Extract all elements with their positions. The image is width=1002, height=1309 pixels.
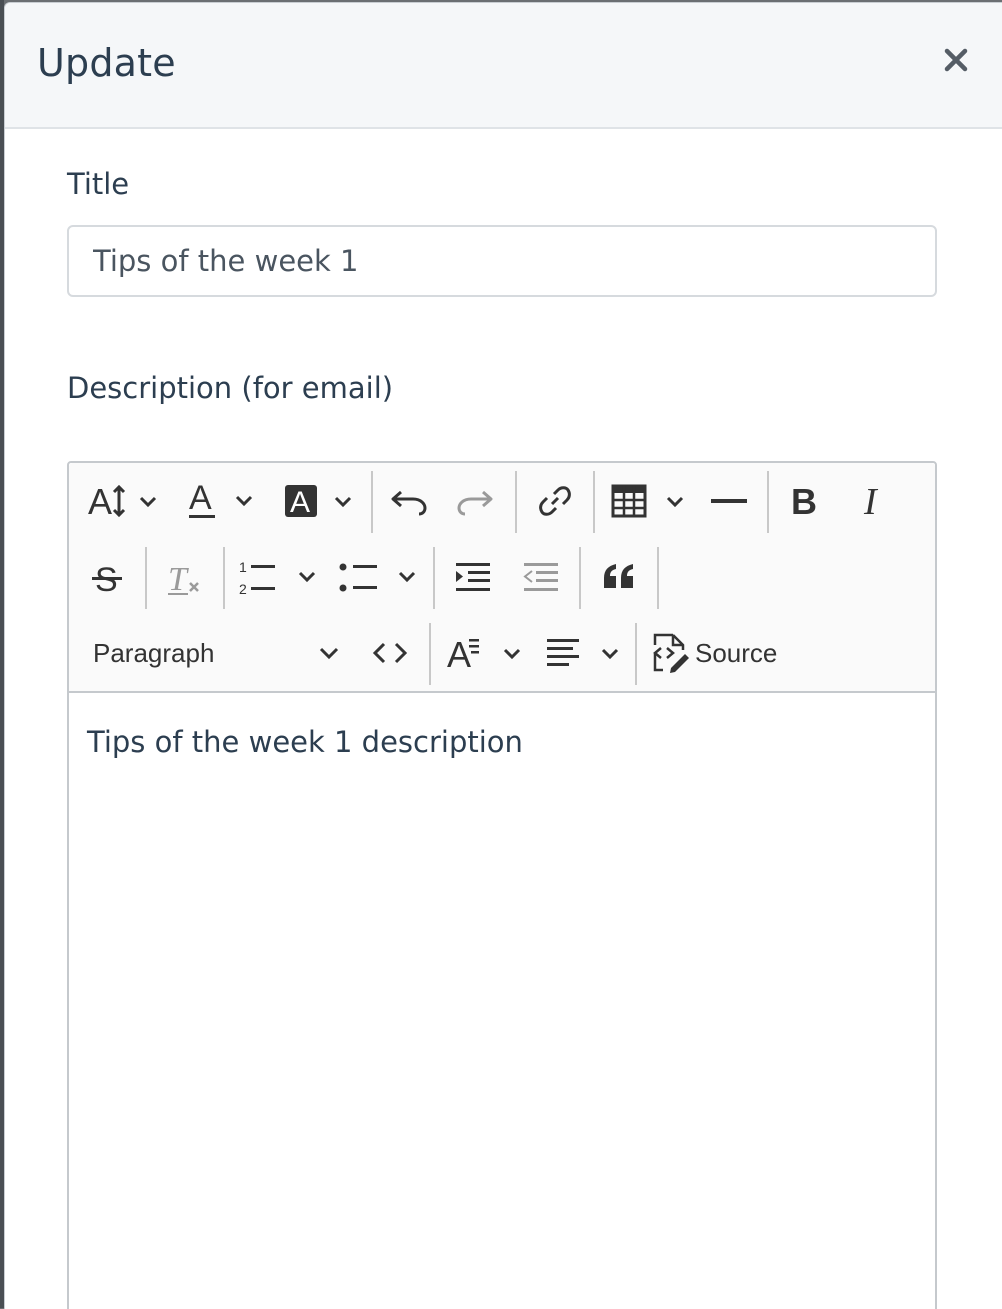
svg-text:2: 2 — [239, 581, 247, 597]
font-size-icon: A — [88, 481, 157, 521]
italic-icon: I — [863, 481, 879, 521]
remove-format-button[interactable]: T — [159, 547, 211, 607]
editor-content[interactable]: Tips of the week 1 description — [87, 725, 907, 759]
undo-icon — [391, 490, 427, 516]
alignment-button[interactable] — [541, 623, 627, 683]
svg-text:B: B — [791, 481, 817, 521]
bold-button[interactable]: B — [779, 471, 831, 531]
block-quote-icon — [604, 564, 633, 588]
redo-icon — [457, 490, 493, 516]
svg-text:A: A — [290, 486, 310, 519]
toolbar-separator — [429, 623, 431, 685]
block-quote-button[interactable] — [593, 547, 645, 607]
heading-dropdown[interactable]: Paragraph — [85, 623, 341, 683]
code-button[interactable] — [363, 623, 417, 683]
chevron-down-icon — [319, 647, 339, 660]
outdent-button[interactable] — [513, 547, 569, 607]
redo-button[interactable] — [449, 471, 501, 531]
toolbar-separator — [635, 623, 637, 685]
text-style-button[interactable]: A — [443, 623, 529, 683]
numbered-list-button[interactable]: 1 2 — [235, 547, 321, 607]
svg-text:1: 1 — [239, 559, 247, 575]
svg-text:T: T — [168, 561, 189, 597]
source-label: Source — [695, 637, 778, 668]
dialog-title: Update — [37, 41, 176, 85]
toolbar-separator — [657, 547, 659, 609]
table-icon — [611, 484, 684, 518]
strikethrough-icon: S — [92, 561, 122, 597]
remove-format-icon: T — [168, 561, 199, 597]
svg-text:A: A — [447, 634, 471, 673]
text-style-icon: A — [447, 634, 521, 673]
bold-icon: B — [791, 481, 817, 521]
source-button[interactable]: Source — [649, 623, 799, 683]
bulleted-list-button[interactable] — [335, 547, 421, 607]
indent-button[interactable] — [445, 547, 501, 607]
background-color-button[interactable]: A — [281, 471, 357, 531]
code-icon — [372, 642, 408, 664]
svg-text:A: A — [189, 479, 212, 517]
toolbar-separator — [145, 547, 147, 609]
strikethrough-button[interactable]: S — [81, 547, 133, 607]
font-size-button[interactable]: A — [85, 471, 163, 531]
outdent-icon — [523, 563, 558, 591]
source-icon — [653, 633, 689, 673]
link-button[interactable] — [529, 471, 581, 531]
title-label: Title — [67, 167, 130, 201]
alignment-icon — [547, 639, 619, 666]
horizontal-line-button[interactable] — [701, 471, 757, 531]
numbered-list-icon: 1 2 — [239, 559, 316, 597]
heading-dropdown-value: Paragraph — [93, 637, 215, 668]
indent-icon — [456, 563, 490, 591]
close-icon — [944, 48, 968, 72]
rich-text-editor: A A A B I S T 1 2 Paragraph A Source Tip… — [67, 461, 937, 1309]
close-button[interactable] — [939, 43, 973, 77]
toolbar-separator — [515, 471, 517, 533]
update-dialog: Update Title Description (for email) A A — [4, 2, 1002, 1309]
insert-table-button[interactable] — [607, 471, 689, 531]
toolbar-separator — [223, 547, 225, 609]
toolbar-separator — [579, 547, 581, 609]
bulleted-list-icon — [339, 563, 416, 592]
background-color-icon: A — [285, 485, 352, 519]
description-label: Description (for email) — [67, 371, 394, 405]
font-color-icon: A — [189, 479, 253, 518]
title-input[interactable] — [67, 225, 937, 297]
toolbar-separator — [767, 471, 769, 533]
toolbar-separator — [433, 547, 435, 609]
italic-button[interactable]: I — [847, 471, 899, 531]
svg-text:A: A — [88, 481, 112, 521]
editor-toolbar: A A A B I S T 1 2 Paragraph A Source — [69, 463, 935, 693]
toolbar-separator — [371, 471, 373, 533]
link-icon — [539, 486, 571, 516]
horizontal-line-icon — [711, 499, 747, 503]
svg-text:I: I — [863, 481, 879, 521]
toolbar-separator — [593, 471, 595, 533]
dialog-header: Update — [5, 3, 1002, 129]
font-color-button[interactable]: A — [185, 471, 259, 531]
undo-button[interactable] — [383, 471, 435, 531]
